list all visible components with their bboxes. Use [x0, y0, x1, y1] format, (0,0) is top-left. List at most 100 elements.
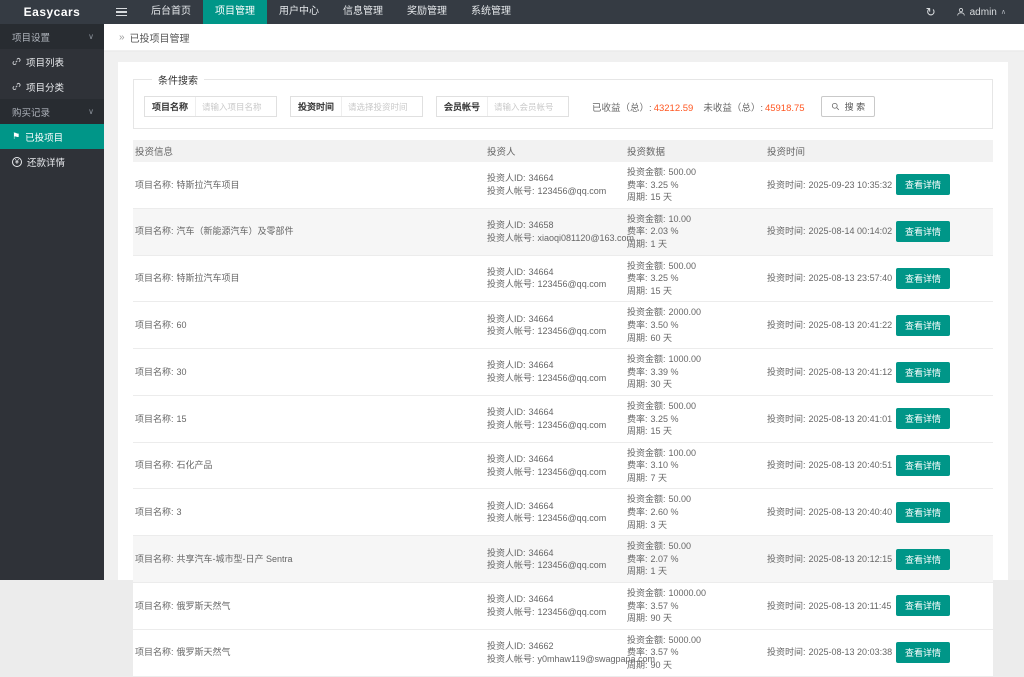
cell-investor: 投资人ID:34658 投资人帐号:xiaoqi081120@163.com [485, 215, 625, 248]
person-icon [956, 7, 966, 17]
sidebar-item-invested-projects[interactable]: ⚑ 已投项目 [0, 124, 104, 149]
view-detail-button[interactable]: 查看详情 [896, 595, 950, 616]
cell-investor: 投资人ID:34664 投资人帐号:123456@qq.com [485, 262, 625, 295]
cell-invest-data: 投资金额:10000.00 费率:3.57 % 周期:90 天 [625, 583, 765, 629]
cell-project-name: 项目名称:汽车（新能源汽车）及零部件 [133, 221, 485, 242]
member-account-input[interactable] [488, 97, 568, 116]
cell-invest-data: 投资金额:500.00 费率:3.25 % 周期:15 天 [625, 396, 765, 442]
nav-item-rewards[interactable]: 奖励管理 [395, 0, 459, 24]
refresh-icon[interactable]: ↻ [926, 6, 936, 18]
sidebar-group-project-settings[interactable]: 项目设置 ∨ [0, 24, 104, 49]
view-detail-button[interactable]: 查看详情 [896, 221, 950, 242]
nav-item-info[interactable]: 信息管理 [331, 0, 395, 24]
member-account-field-group: 会员帐号 [436, 96, 569, 117]
view-detail-button[interactable]: 查看详情 [896, 408, 950, 429]
cell-invest-data: 投资金额:50.00 费率:2.07 % 周期:1 天 [625, 536, 765, 582]
invest-time-input[interactable] [342, 97, 422, 116]
nav-item-dashboard[interactable]: 后台首页 [139, 0, 203, 24]
rmb-icon: ¥ [12, 157, 22, 167]
flag-icon: ⚑ [12, 132, 20, 141]
hamburger-menu-icon[interactable] [104, 0, 139, 24]
view-detail-button[interactable]: 查看详情 [896, 549, 950, 570]
unearned-total: 未收益（总）:45918.75 [703, 100, 804, 114]
breadcrumb: » 已投项目管理 [104, 24, 1024, 51]
cell-invest-time: 投资时间:2025-08-13 20:41:22 [765, 315, 896, 336]
table-row: 项目名称:3 投资人ID:34664 投资人帐号:123456@qq.com 投… [133, 489, 993, 536]
earned-total-value: 43212.59 [654, 103, 694, 114]
search-panel-title: 条件搜索 [152, 72, 204, 87]
nav-item-projects[interactable]: 项目管理 [203, 0, 267, 24]
cell-project-name: 项目名称:特斯拉汽车项目 [133, 268, 485, 289]
cell-investor: 投资人ID:34664 投资人帐号:123456@qq.com [485, 589, 625, 622]
table-row: 项目名称:石化产品 投资人ID:34664 投资人帐号:123456@qq.co… [133, 443, 993, 490]
unearned-total-value: 45918.75 [765, 103, 805, 114]
sidebar-group-purchase-records[interactable]: 购买记录 ∨ [0, 99, 104, 124]
cell-invest-data: 投资金额:500.00 费率:3.25 % 周期:15 天 [625, 256, 765, 302]
cell-project-name: 项目名称:共享汽车-城市型-日产 Sentra [133, 549, 485, 570]
cell-project-name: 项目名称:60 [133, 315, 485, 336]
cell-invest-data: 投资金额:100.00 费率:3.10 % 周期:7 天 [625, 443, 765, 489]
cell-invest-data: 投资金额:500.00 费率:3.25 % 周期:15 天 [625, 162, 765, 208]
link-icon [12, 82, 21, 91]
col-investor: 投资人 [485, 144, 625, 158]
top-nav: 后台首页 项目管理 用户中心 信息管理 奖励管理 系统管理 [139, 0, 523, 24]
chevron-down-icon: ∨ [88, 32, 94, 41]
link-icon [12, 57, 21, 66]
view-detail-button[interactable]: 查看详情 [896, 455, 950, 476]
col-invest-info: 投资信息 [133, 144, 485, 158]
cell-investor: 投资人ID:34664 投资人帐号:123456@qq.com [485, 449, 625, 482]
cell-project-name: 项目名称:特斯拉汽车项目 [133, 175, 485, 196]
view-detail-button[interactable]: 查看详情 [896, 174, 950, 195]
cell-project-name: 项目名称:石化产品 [133, 455, 485, 476]
cell-invest-time: 投资时间:2025-09-23 10:35:32 [765, 175, 896, 196]
cell-investor: 投资人ID:34664 投资人帐号:123456@qq.com [485, 543, 625, 576]
cell-invest-time: 投资时间:2025-08-13 20:12:15 [765, 549, 896, 570]
table-row: 项目名称:俄罗斯天然气 投资人ID:34664 投资人帐号:123456@qq.… [133, 583, 993, 630]
brand-logo: Easycars [0, 0, 104, 24]
search-icon [831, 102, 840, 111]
cell-invest-time: 投资时间:2025-08-13 20:40:51 [765, 455, 896, 476]
cell-invest-data: 投资金额:1000.00 费率:3.39 % 周期:30 天 [625, 349, 765, 395]
table-row: 项目名称:60 投资人ID:34664 投资人帐号:123456@qq.com … [133, 302, 993, 349]
breadcrumb-current: 已投项目管理 [130, 30, 190, 45]
cell-invest-time: 投资时间:2025-08-13 23:57:40 [765, 268, 896, 289]
topbar-right: ↻ admin ∧ [926, 0, 1024, 24]
breadcrumb-separator: » [119, 32, 125, 43]
view-detail-button[interactable]: 查看详情 [896, 642, 950, 663]
cell-investor: 投资人ID:34664 投资人帐号:123456@qq.com [485, 496, 625, 529]
view-detail-button[interactable]: 查看详情 [896, 315, 950, 336]
cell-project-name: 项目名称:30 [133, 362, 485, 383]
table-row: 项目名称:15 投资人ID:34664 投资人帐号:123456@qq.com … [133, 396, 993, 443]
cell-invest-time: 投资时间:2025-08-13 20:41:01 [765, 409, 896, 430]
search-panel: 条件搜索 项目名称 投资时间 会员帐号 已收益（总）:43212.59 [133, 72, 993, 129]
project-name-label: 项目名称 [145, 97, 196, 116]
nav-item-users[interactable]: 用户中心 [267, 0, 331, 24]
nav-item-system[interactable]: 系统管理 [459, 0, 523, 24]
cell-invest-data: 投资金额:5000.00 费率:3.57 % 周期:90 天 [625, 630, 765, 676]
table-row: 项目名称:俄罗斯天然气 投资人ID:34662 投资人帐号:y0mhaw119@… [133, 630, 993, 677]
cell-project-name: 项目名称:俄罗斯天然气 [133, 596, 485, 617]
view-detail-button[interactable]: 查看详情 [896, 362, 950, 383]
sidebar-item-repayment-details[interactable]: ¥ 还款详情 [0, 149, 104, 174]
table-header: 投资信息 投资人 投资数据 投资时间 [133, 140, 993, 162]
table-row: 项目名称:共享汽车-城市型-日产 Sentra 投资人ID:34664 投资人帐… [133, 536, 993, 583]
project-name-field-group: 项目名称 [144, 96, 277, 117]
table-row: 项目名称:汽车（新能源汽车）及零部件 投资人ID:34658 投资人帐号:xia… [133, 209, 993, 256]
cell-invest-data: 投资金额:10.00 费率:2.03 % 周期:1 天 [625, 209, 765, 255]
member-account-label: 会员帐号 [437, 97, 488, 116]
col-invest-data: 投资数据 [625, 144, 765, 158]
project-name-input[interactable] [196, 97, 276, 116]
cell-invest-data: 投资金额:50.00 费率:2.60 % 周期:3 天 [625, 489, 765, 535]
view-detail-button[interactable]: 查看详情 [896, 502, 950, 523]
sidebar-item-project-list[interactable]: 项目列表 [0, 49, 104, 74]
chevron-down-icon: ∨ [88, 107, 94, 116]
sidebar-item-project-category[interactable]: 项目分类 [0, 74, 104, 99]
main-content: 条件搜索 项目名称 投资时间 会员帐号 已收益（总）:43212.59 [104, 52, 1024, 580]
cell-project-name: 项目名称:15 [133, 409, 485, 430]
chevron-up-icon: ∧ [1001, 8, 1006, 16]
search-button[interactable]: 搜 索 [821, 96, 876, 117]
cell-invest-time: 投资时间:2025-08-14 00:14:02 [765, 221, 896, 242]
cell-investor: 投资人ID:34664 投资人帐号:123456@qq.com [485, 355, 625, 388]
user-menu[interactable]: admin ∧ [956, 7, 1006, 18]
view-detail-button[interactable]: 查看详情 [896, 268, 950, 289]
